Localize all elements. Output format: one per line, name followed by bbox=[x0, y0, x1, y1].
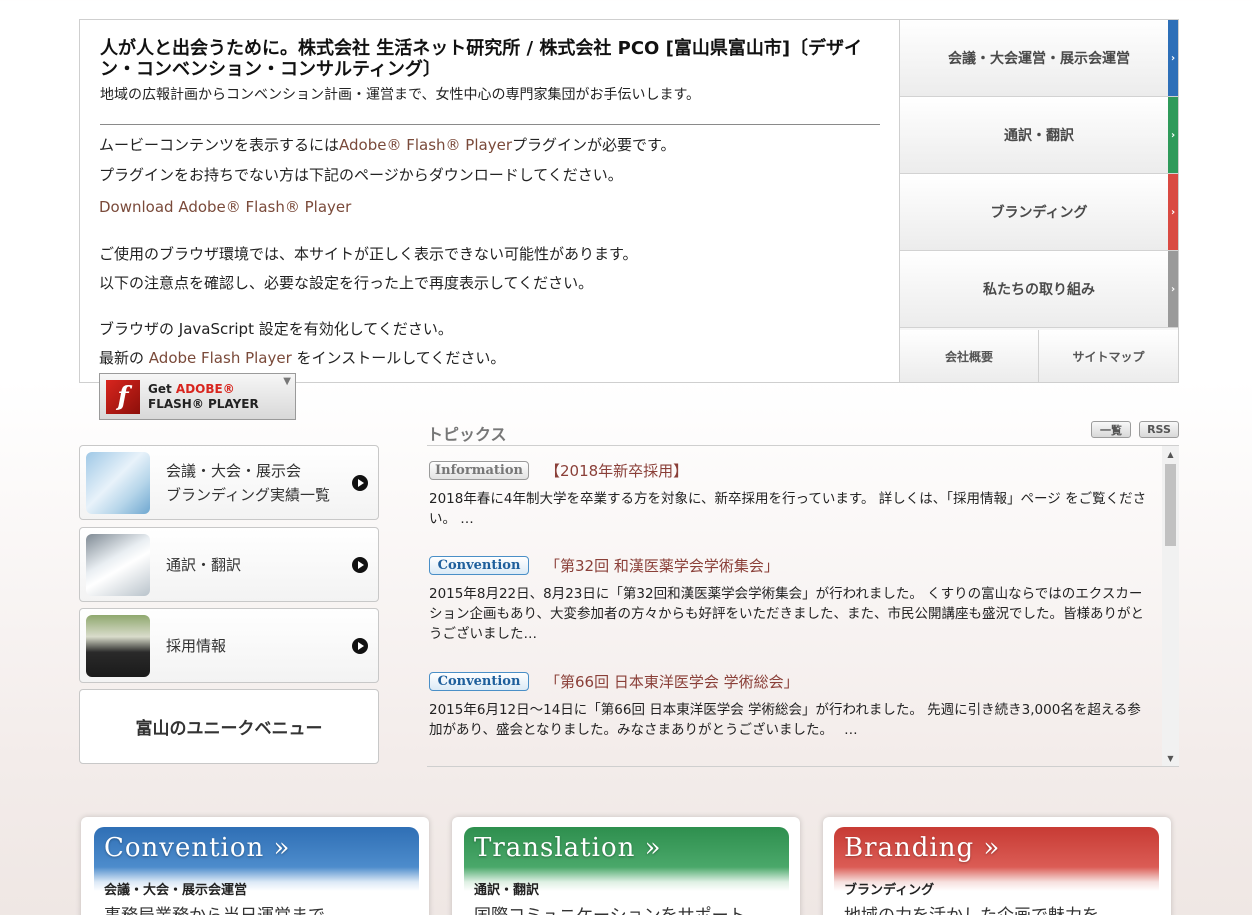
unique-venue-button[interactable]: 富山のユニークベニュー bbox=[79, 689, 379, 764]
rss-button[interactable]: RSS bbox=[1139, 421, 1179, 438]
right-nav: 会議・大会運営・展示会運営 › 通訳・翻訳 › ブランディング › 私たちの取り… bbox=[899, 19, 1179, 383]
card-description: 地域の力を活かした企画で魅力を bbox=[844, 901, 1099, 915]
convention-branding-works-button[interactable]: 会議・大会・展示会 ブランディング実績一覧 bbox=[79, 445, 379, 520]
topic-head: Convention 「第32回 和漢医薬学会学術集会」 bbox=[429, 555, 1149, 575]
translation-thumbnail bbox=[86, 533, 150, 596]
label-line: ブランディング実績一覧 bbox=[166, 485, 330, 504]
scroll-up-arrow-icon[interactable]: ▲ bbox=[1162, 446, 1179, 462]
flash-install-notice: 最新の Adobe Flash Player をインストールしてください。 bbox=[99, 347, 505, 368]
chevron-right-icon: › bbox=[1168, 251, 1178, 327]
topics-scrollbar[interactable]: ▲ ▼ bbox=[1162, 446, 1179, 766]
branding-card-banner: Branding » ブランディング 地域の力を活かした企画で魅力を bbox=[834, 827, 1159, 915]
nav-initiatives[interactable]: 私たちの取り組み › bbox=[900, 251, 1178, 328]
browser-notice-line2: 以下の注意点を確認し、必要な設定を行った上で再度表示してください。 bbox=[99, 274, 594, 292]
convention-card[interactable]: Convention » 会議・大会・展示会運営 事務局業務から当日運営まで bbox=[81, 817, 429, 915]
flash-notice-line1: ムービーコンテンツを表示するにはAdobe® Flash® Playerプラグイ… bbox=[99, 134, 676, 155]
card-title-jp: ブランディング bbox=[844, 883, 935, 898]
header-divider bbox=[100, 124, 880, 125]
notice-text: 最新の bbox=[99, 349, 145, 367]
nav-label: 会議・大会運営・展示会運営 bbox=[948, 51, 1130, 67]
recruitment-thumbnail bbox=[86, 614, 150, 677]
javascript-notice: ブラウザの JavaScript 設定を有効化してください。 bbox=[99, 320, 453, 338]
chevron-right-icon: › bbox=[1168, 20, 1178, 96]
adobe-text: ADOBE® bbox=[175, 381, 235, 396]
card-title-jp: 会議・大会・展示会運営 bbox=[104, 883, 248, 898]
play-icon bbox=[352, 474, 368, 491]
translation-card-banner: Translation » 通訳・翻訳 国際コミュニケーションをサポート bbox=[464, 827, 789, 915]
get-flash-label: Get ADOBE® FLASH® PLAYER bbox=[148, 382, 259, 412]
install-flash-link[interactable]: Adobe Flash Player bbox=[149, 349, 292, 367]
topic-badge-convention: Convention bbox=[429, 555, 529, 575]
card-description: 事務局業務から当日運営まで bbox=[104, 901, 325, 915]
card-title-en: Convention » bbox=[104, 833, 291, 863]
nav-label: 通訳・翻訳 bbox=[1004, 128, 1074, 144]
nav-convention[interactable]: 会議・大会運営・展示会運営 › bbox=[900, 20, 1178, 97]
topic-body: 2015年8月22日、8月23日に「第32回和漢医薬学会学術集会」が行われました… bbox=[429, 586, 1144, 642]
side-button-label: 会議・大会・展示会 ブランディング実績一覧 bbox=[166, 459, 352, 507]
chevron-right-icon: › bbox=[1168, 97, 1178, 173]
nav-sitemap[interactable]: サイトマップ bbox=[1039, 330, 1178, 382]
flash-notice-line2: プラグインをお持ちでない方は下記のページからダウンロードしてください。 bbox=[99, 166, 623, 184]
topic-head: Information 【2018年新卒採用】 bbox=[429, 460, 1149, 480]
play-icon bbox=[352, 637, 368, 654]
notice-text: ムービーコンテンツを表示するには bbox=[99, 136, 340, 154]
card-description: 国際コミュニケーションをサポート bbox=[474, 901, 746, 915]
topic-item: Convention 「第32回 和漢医薬学会学術集会」 2015年8月22日、… bbox=[429, 555, 1149, 644]
nav-branding[interactable]: ブランディング › bbox=[900, 174, 1178, 251]
side-button-label: 採用情報 bbox=[166, 636, 227, 655]
flash-download-line: Download Adobe® Flash® Player bbox=[99, 198, 351, 216]
header-box: 人が人と出会うために。株式会社 生活ネット研究所 / 株式会社 PCO [富山県… bbox=[79, 19, 900, 383]
flash-player-text: FLASH® PLAYER bbox=[148, 396, 259, 411]
topics-list[interactable]: Information 【2018年新卒採用】 2018年春に4年制大学を卒業す… bbox=[427, 446, 1162, 766]
recruitment-button[interactable]: 採用情報 bbox=[79, 608, 379, 683]
card-title-en: Translation » bbox=[474, 833, 662, 863]
download-flash-link[interactable]: Download Adobe® Flash® Player bbox=[99, 198, 351, 216]
topics-list-button[interactable]: 一覧 bbox=[1091, 421, 1131, 438]
branding-card[interactable]: Branding » ブランディング 地域の力を活かした企画で魅力を bbox=[823, 817, 1171, 915]
get-text: Get bbox=[148, 381, 176, 396]
topic-body: 2015年6月12日～14日に「第66回 日本東洋医学会 学術総会」が行われまし… bbox=[429, 702, 1141, 738]
flash-logo-icon: f bbox=[106, 379, 140, 414]
notice-text: をインストールしてください。 bbox=[296, 349, 506, 367]
topic-title-link[interactable]: 【2018年新卒採用】 bbox=[545, 460, 688, 481]
chevron-right-icon: › bbox=[1168, 174, 1178, 250]
topics-bottom-divider bbox=[427, 766, 1179, 767]
topic-body: 2018年春に4年制大学を卒業する方を対象に、新卒採用を行っています。 詳しくは… bbox=[429, 491, 1147, 527]
topics-title: トピックス bbox=[427, 425, 507, 444]
scroll-down-arrow-icon[interactable]: ▼ bbox=[1162, 750, 1179, 766]
browser-notice-line1: ご使用のブラウザ環境では、本サイトが正しく表示できない可能性があります。 bbox=[99, 245, 638, 263]
site-title: 人が人と出会うために。株式会社 生活ネット研究所 / 株式会社 PCO [富山県… bbox=[100, 38, 863, 80]
topic-item: Convention 「第66回 日本東洋医学会 学術総会」 2015年6月12… bbox=[429, 671, 1149, 740]
notice-text: プラグインが必要です。 bbox=[511, 136, 676, 154]
nav-translation[interactable]: 通訳・翻訳 › bbox=[900, 97, 1178, 174]
convention-thumbnail bbox=[86, 451, 150, 514]
scrollbar-thumb[interactable] bbox=[1165, 464, 1176, 546]
card-title-en: Branding » bbox=[844, 833, 1001, 863]
topic-head: Convention 「第66回 日本東洋医学会 学術総会」 bbox=[429, 671, 1149, 691]
download-arrow-icon: ▼ bbox=[283, 376, 291, 387]
topic-badge-convention: Convention bbox=[429, 671, 529, 691]
site-lead: 地域の広報計画からコンベンション計画・運営まで、女性中心の専門家集団がお手伝いし… bbox=[100, 87, 701, 103]
nav-label: 私たちの取り組み bbox=[983, 282, 1095, 298]
translation-card[interactable]: Translation » 通訳・翻訳 国際コミュニケーションをサポート bbox=[452, 817, 800, 915]
get-flash-player-button[interactable]: f Get ADOBE® FLASH® PLAYER ▼ bbox=[99, 373, 296, 420]
topic-title-link[interactable]: 「第32回 和漢医薬学会学術集会」 bbox=[545, 555, 779, 576]
play-icon bbox=[352, 556, 368, 573]
nav-company-profile[interactable]: 会社概要 bbox=[900, 330, 1039, 382]
nav-label: ブランディング bbox=[990, 205, 1088, 221]
label-line: 会議・大会・展示会 bbox=[166, 461, 302, 480]
translation-button[interactable]: 通訳・翻訳 bbox=[79, 527, 379, 602]
convention-card-banner: Convention » 会議・大会・展示会運営 事務局業務から当日運営まで bbox=[94, 827, 419, 915]
topic-title-link[interactable]: 「第66回 日本東洋医学会 学術総会」 bbox=[545, 671, 799, 692]
side-button-label: 通訳・翻訳 bbox=[166, 555, 242, 574]
topic-item: Information 【2018年新卒採用】 2018年春に4年制大学を卒業す… bbox=[429, 460, 1149, 529]
card-title-jp: 通訳・翻訳 bbox=[474, 883, 540, 898]
adobe-flash-link[interactable]: Adobe® Flash® Player bbox=[339, 136, 512, 154]
topic-badge-information: Information bbox=[429, 460, 529, 480]
